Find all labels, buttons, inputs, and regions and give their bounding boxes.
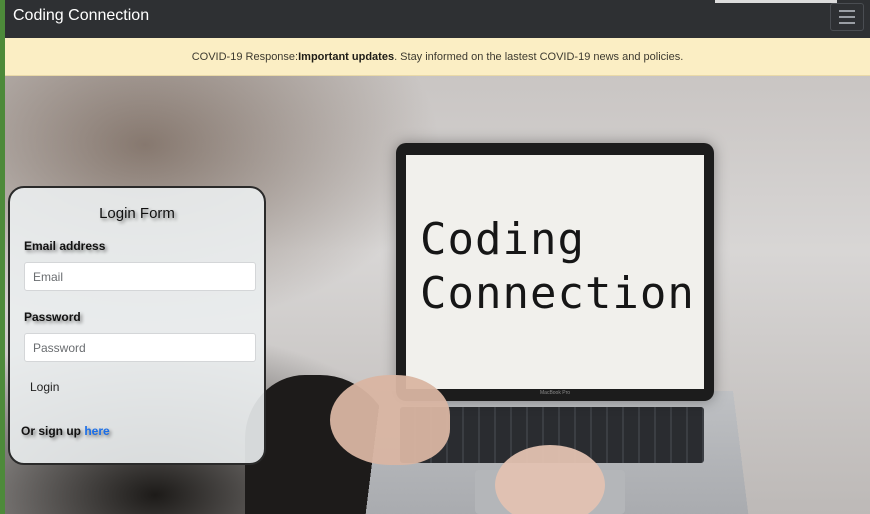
- left-hand: [330, 375, 450, 465]
- login-button[interactable]: Login: [24, 376, 64, 398]
- hamburger-menu-icon[interactable]: [830, 3, 864, 31]
- alert-prefix: COVID-19 Response:: [191, 50, 299, 63]
- hamburger-line: [839, 22, 855, 24]
- page: Coding Connection COVID-19 Response: Impo…: [0, 0, 870, 514]
- alert-suffix: . Stay informed on the lastest COVID-19 …: [394, 50, 684, 63]
- hamburger-line: [839, 10, 855, 12]
- navbar: Coding Connection: [5, 0, 870, 38]
- email-label: Email address: [24, 239, 106, 253]
- laptop-screen: Coding Connection: [396, 143, 714, 401]
- laptop-text-line1: Coding: [420, 214, 585, 265]
- password-label: Password: [24, 310, 81, 324]
- laptop-display: Coding Connection: [406, 155, 704, 389]
- signup-prompt: Or sign up here: [21, 424, 110, 438]
- signup-link[interactable]: here: [84, 424, 109, 438]
- laptop-text-line2: Connection: [420, 268, 695, 319]
- email-field[interactable]: [24, 262, 256, 291]
- laptop-screen-text: Coding Connection: [420, 213, 695, 321]
- login-form-card: Login Form Email address Password Login …: [8, 186, 266, 465]
- signup-prefix: Or sign up: [21, 424, 85, 438]
- alert-highlight: Important updates: [298, 50, 395, 63]
- login-form-title: Login Form: [99, 205, 175, 222]
- top-edge-strip: [715, 0, 837, 3]
- covid-alert-banner: COVID-19 Response: Important updates. Sta…: [5, 38, 870, 76]
- laptop-model-label: MacBook Pro: [540, 390, 571, 396]
- navbar-brand[interactable]: Coding Connection: [13, 7, 149, 25]
- left-accent-bar: [0, 0, 5, 514]
- password-field[interactable]: [24, 333, 256, 362]
- hamburger-line: [839, 16, 855, 18]
